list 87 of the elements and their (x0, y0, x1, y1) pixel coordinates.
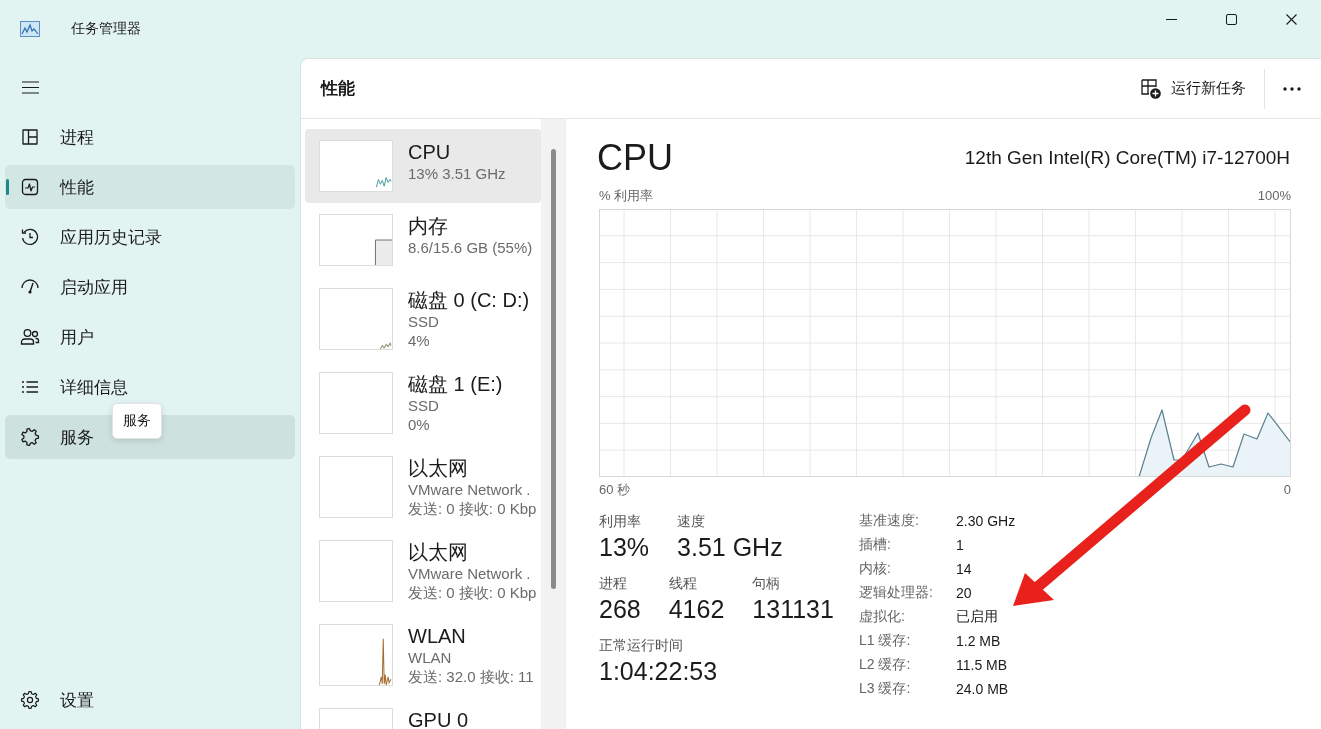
axis-label: 0 (1283, 481, 1291, 499)
device-detail: SSD (408, 396, 440, 415)
minimize-icon[interactable] (1165, 18, 1177, 20)
device-detail: VMware Network . (408, 564, 532, 583)
stat-label: 速度 (677, 512, 707, 531)
spec-label: 插槽: (859, 536, 892, 554)
nav-item[interactable]: 用户 (5, 315, 295, 359)
device-detail: WLAN (408, 648, 453, 667)
device-detail: 8.6/15.6 GB (55%) (408, 238, 533, 257)
device-item[interactable]: 磁盘 0 (C: D:) SSD 4% (305, 277, 541, 361)
stat-label: 利用率 (599, 512, 642, 531)
more-icon[interactable] (1283, 86, 1301, 91)
spec-label: L1 缓存: (859, 632, 912, 650)
device-name: 磁盘 0 (C: D:) (408, 288, 530, 312)
device-item[interactable]: WLAN WLAN 发送: 32.0 接收: 11 (305, 613, 541, 697)
device-item[interactable]: GPU 0 (305, 697, 541, 729)
device-detail: 13% 3.51 GHz (408, 164, 506, 183)
nav-item[interactable]: 启动应用 (5, 265, 295, 309)
spec-value: 24.0 MB (956, 681, 1010, 697)
app-icon (20, 21, 40, 37)
spec-label: L3 缓存: (859, 680, 912, 698)
settings-icon (20, 690, 40, 710)
spec-value: 2.30 GHz (956, 513, 1016, 529)
device-detail: 0% (408, 415, 431, 434)
device-item[interactable]: 以太网 VMware Network . 发送: 0 接收: 0 Kbp (305, 445, 541, 529)
device-name: 以太网 (408, 456, 469, 480)
run-new-task-button[interactable]: 运行新任务 (1132, 72, 1254, 105)
device-name: WLAN (408, 624, 467, 648)
stat-value: 1:04:22:53 (599, 656, 718, 687)
device-detail: 发送: 0 接收: 0 Kbp (408, 499, 537, 518)
pulse-icon (20, 177, 40, 197)
device-detail: 4% (408, 331, 431, 350)
device-name: 以太网 (408, 540, 469, 564)
axis-label: 100% (1257, 187, 1291, 205)
device-item[interactable]: 以太网 VMware Network . 发送: 0 接收: 0 Kbp (305, 529, 541, 613)
device-detail: SSD (408, 312, 440, 331)
spec-value: 1.2 MB (956, 633, 1002, 649)
device-name: 磁盘 1 (E:) (408, 372, 503, 396)
spec-value: 1 (956, 537, 965, 553)
spec-value: 14 (956, 561, 973, 577)
cog-icon (20, 427, 40, 447)
device-detail: 发送: 0 接收: 0 Kbp (408, 583, 537, 602)
history-icon (20, 227, 40, 247)
device-name: 内存 (408, 214, 449, 238)
selection-indicator (6, 179, 9, 195)
spec-value: 已启用 (956, 608, 999, 626)
stat-label: 正常运行时间 (599, 636, 684, 655)
stat-value: 131131 (752, 594, 834, 625)
stat-value: 13% (599, 532, 650, 563)
stat-label: 进程 (599, 574, 628, 593)
grid-icon (20, 127, 40, 147)
device-item[interactable]: CPU 13% 3.51 GHz (305, 129, 541, 203)
nav-item[interactable]: 进程 (5, 115, 295, 159)
spec-label: 逻辑处理器: (859, 584, 934, 602)
device-name: CPU (408, 140, 452, 164)
settings-item[interactable]: 设置 (5, 678, 295, 722)
axis-label: 60 秒 (599, 481, 631, 499)
spec-label: 基准速度: (859, 512, 920, 530)
stat-value: 3.51 GHz (677, 532, 783, 563)
nav-item[interactable]: 性能 (5, 165, 295, 209)
device-item[interactable]: 内存 8.6/15.6 GB (55%) (305, 203, 541, 277)
new-task-icon (1140, 78, 1161, 99)
stat-label: 线程 (668, 574, 698, 593)
spec-label: L2 缓存: (859, 656, 912, 674)
window-title: 任务管理器 (71, 20, 141, 38)
processor-model: 12th Gen Intel(R) Core(TM) i7-12700H (964, 147, 1290, 169)
users-icon (20, 327, 40, 347)
nav-item[interactable]: 应用历史记录 (5, 215, 295, 259)
spec-label: 内核: (859, 560, 892, 578)
spec-value: 11.5 MB (956, 657, 1009, 673)
page-title: 性能 (321, 78, 355, 100)
device-detail: VMware Network . (408, 480, 532, 499)
axis-label: % 利用率 (599, 187, 654, 205)
device-item[interactable]: 磁盘 1 (E:) SSD 0% (305, 361, 541, 445)
stat-value: 4162 (668, 594, 725, 625)
spec-label: 虚拟化: (859, 608, 906, 626)
close-icon[interactable] (1285, 13, 1297, 25)
scrollbar-thumb[interactable] (551, 149, 556, 589)
stat-label: 句柄 (752, 574, 782, 593)
maximize-icon[interactable] (1225, 13, 1237, 25)
stat-value: 268 (599, 594, 641, 625)
tooltip: 服务 (112, 403, 162, 439)
spec-value: 20 (956, 585, 973, 601)
device-detail: 发送: 32.0 接收: 11 (408, 667, 534, 686)
device-name: GPU 0 (408, 708, 469, 729)
menu-icon[interactable] (22, 80, 39, 94)
device-title: CPU (597, 136, 673, 180)
